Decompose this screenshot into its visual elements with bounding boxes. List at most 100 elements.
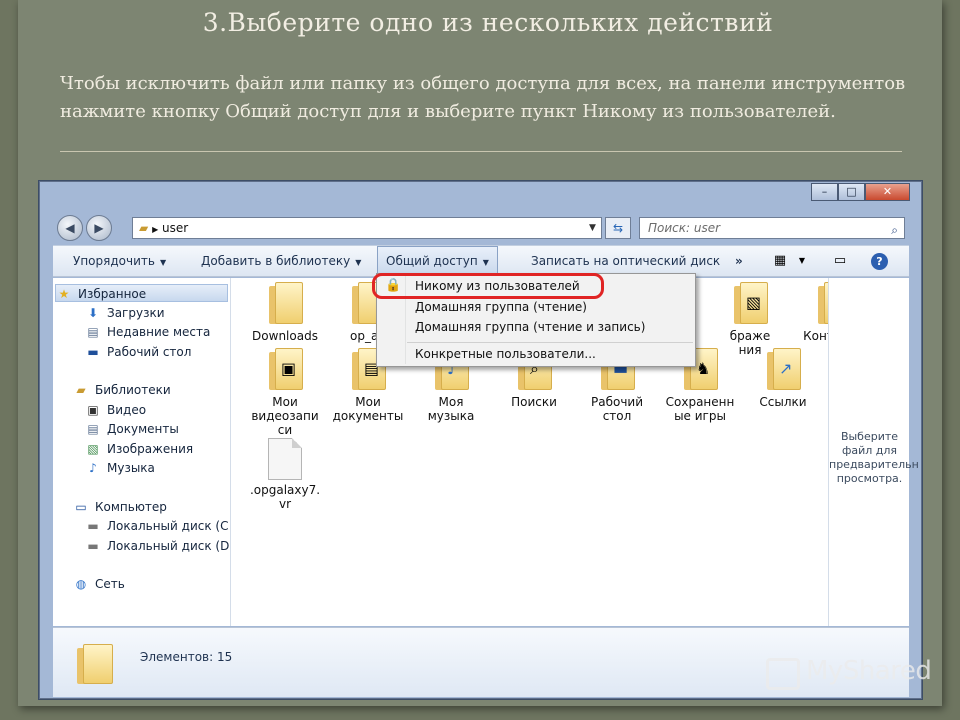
folder-label: Поиски — [511, 395, 557, 409]
nav-item-desktop[interactable]: ▬ Рабочий стол — [85, 343, 191, 361]
chevron-down-icon: ▼ — [355, 258, 362, 267]
film-icon: ▣ — [281, 359, 297, 378]
share-label: Общий доступ — [386, 254, 478, 268]
menu-separator — [407, 342, 693, 343]
navigation-pane: ★ Избранное ⬇ Загрузки ▤ Недавние места ▬ Ра… — [53, 278, 231, 626]
nav-label: Избранное — [78, 287, 147, 301]
maximize-button[interactable]: □ — [838, 183, 865, 201]
add-library-label: Добавить в библиотеку — [201, 254, 351, 268]
video-icon: ▣ — [87, 403, 99, 417]
nav-item-computer[interactable]: ▭ Компьютер — [73, 498, 167, 516]
chevron-down-icon[interactable]: ▼ — [793, 253, 811, 269]
slide-divider — [60, 151, 902, 152]
explorer-window: – □ ✕ ◀ ▶ ▰ ▶ user ▼ ⇆ Поиск: user ⌕ Упо… — [38, 180, 923, 700]
nav-item-video[interactable]: ▣ Видео — [85, 401, 146, 419]
shortcut-arrow-icon: ↗ — [779, 359, 793, 378]
window-controls: – □ ✕ — [811, 183, 910, 201]
nav-label: Документы — [107, 422, 179, 436]
recent-places-icon: ▤ — [87, 325, 99, 339]
chevron-down-icon: ▼ — [482, 258, 489, 267]
share-with-button[interactable]: Общий доступ ▼ — [377, 246, 498, 276]
folder-label: Рабочий стол — [590, 395, 644, 423]
search-placeholder: Поиск: user — [648, 221, 721, 235]
folder-downloads[interactable]: Downloads — [245, 278, 325, 343]
nav-label: Рабочий стол — [107, 345, 192, 359]
folder-label: Сохраненн ые игры — [665, 395, 735, 423]
nav-item-favorites[interactable]: ★ Избранное — [55, 284, 228, 302]
nav-item-libraries[interactable]: ▰ Библиотеки — [73, 381, 171, 399]
search-input[interactable]: Поиск: user ⌕ — [639, 217, 905, 239]
slide-title: 3.Выберите одно из нескольких действий — [202, 8, 774, 37]
computer-icon: ▭ — [75, 500, 87, 514]
help-icon[interactable]: ? — [871, 253, 888, 270]
nav-label: Изображения — [107, 442, 194, 456]
menu-item-specific-users[interactable]: Конкретные пользователи... — [415, 344, 596, 364]
folder-my-videos[interactable]: ▣ Мои видеозапи си — [245, 344, 325, 437]
organize-label: Упорядочить — [73, 254, 155, 268]
address-row: ◀ ▶ ▰ ▶ user ▼ ⇆ Поиск: user ⌕ — [39, 213, 922, 241]
slide-text: Чтобы исключить файл или папку из общего… — [60, 73, 906, 122]
folder-label: Ссылки — [759, 395, 807, 409]
nav-label: Компьютер — [95, 500, 167, 514]
nav-item-recent[interactable]: ▤ Недавние места — [85, 323, 210, 341]
folder-icon: ↗ — [763, 344, 803, 392]
nav-label: Видео — [107, 403, 147, 417]
refresh-icon[interactable]: ⇆ — [605, 217, 631, 239]
forward-arrow-icon[interactable]: ▶ — [86, 215, 112, 241]
desktop-icon: ▬ — [87, 345, 99, 359]
nav-label: Библиотеки — [95, 383, 171, 397]
folder-label: Мои документы — [332, 395, 404, 423]
view-options-icon[interactable]: ▦ — [771, 253, 789, 269]
nav-label: Загрузки — [107, 306, 165, 320]
folder-icon: ▣ — [265, 344, 305, 392]
folder-icon: ▧ — [730, 278, 770, 326]
add-to-library-button[interactable]: Добавить в библиотеку ▼ — [201, 246, 361, 277]
libraries-icon: ▰ — [76, 383, 86, 397]
watermark: MyShared — [766, 654, 932, 694]
file-icon — [268, 438, 302, 480]
address-path: user — [162, 221, 189, 235]
downloads-icon: ⬇ — [87, 306, 99, 320]
nav-item-music[interactable]: ♪ Музыка — [85, 459, 155, 477]
organize-button[interactable]: Упорядочить ▼ — [73, 246, 166, 277]
chevron-down-icon: ▼ — [159, 258, 167, 267]
nav-label: Недавние места — [107, 325, 211, 339]
user-folder-icon — [77, 642, 117, 688]
preview-hint: Выберите файл для предварительн просмотр… — [829, 430, 919, 485]
file-label: .opgalaxy7. vr — [249, 483, 321, 511]
nav-item-downloads[interactable]: ⬇ Загрузки — [85, 304, 165, 322]
highlight-annotation — [372, 273, 604, 299]
address-bar[interactable]: ▰ ▶ user — [132, 217, 602, 239]
file-opgalaxy[interactable]: .opgalaxy7. vr — [245, 438, 325, 511]
nav-item-network[interactable]: ◍ Сеть — [73, 575, 125, 593]
disk-icon: ▬ — [87, 539, 99, 553]
chevron-down-icon[interactable]: ▼ — [589, 217, 605, 239]
images-icon: ▧ — [87, 442, 99, 456]
nav-item-disk-c[interactable]: ▬ Локальный диск (C — [85, 517, 228, 535]
nav-label: Локальный диск (D — [107, 539, 230, 553]
image-icon: ▧ — [746, 293, 762, 312]
documents-icon: ▤ — [87, 422, 99, 436]
preview-pane-icon[interactable]: ▭ — [831, 253, 849, 269]
nav-label: Локальный диск (C — [107, 519, 229, 533]
close-button[interactable]: ✕ — [865, 183, 910, 201]
folder-label: Downloads — [252, 329, 318, 343]
burn-label: Записать на оптический диск — [531, 254, 721, 268]
folder-icon — [265, 278, 305, 326]
folder-links[interactable]: ↗ Ссылки — [743, 344, 823, 409]
back-arrow-icon[interactable]: ◀ — [57, 215, 83, 241]
network-icon: ◍ — [75, 577, 87, 591]
menu-item-homegroup-readwrite[interactable]: Домашняя группа (чтение и запись) — [415, 317, 645, 337]
folder-path-icon: ▰ — [139, 221, 149, 235]
nav-label: Сеть — [95, 577, 125, 591]
nav-item-images[interactable]: ▧ Изображения — [85, 440, 193, 458]
more-commands-button[interactable]: » — [735, 246, 743, 277]
star-icon: ★ — [58, 287, 70, 301]
preview-pane: Выберите файл для предварительн просмотр… — [828, 278, 919, 626]
item-count: Элементов: 15 — [140, 650, 233, 664]
menu-item-homegroup-read[interactable]: Домашняя группа (чтение) — [415, 297, 587, 317]
nav-item-documents[interactable]: ▤ Документы — [85, 420, 179, 438]
folder-label: Мои видеозапи си — [251, 395, 319, 437]
nav-item-disk-d[interactable]: ▬ Локальный диск (D — [85, 537, 229, 555]
minimize-button[interactable]: – — [811, 183, 838, 201]
